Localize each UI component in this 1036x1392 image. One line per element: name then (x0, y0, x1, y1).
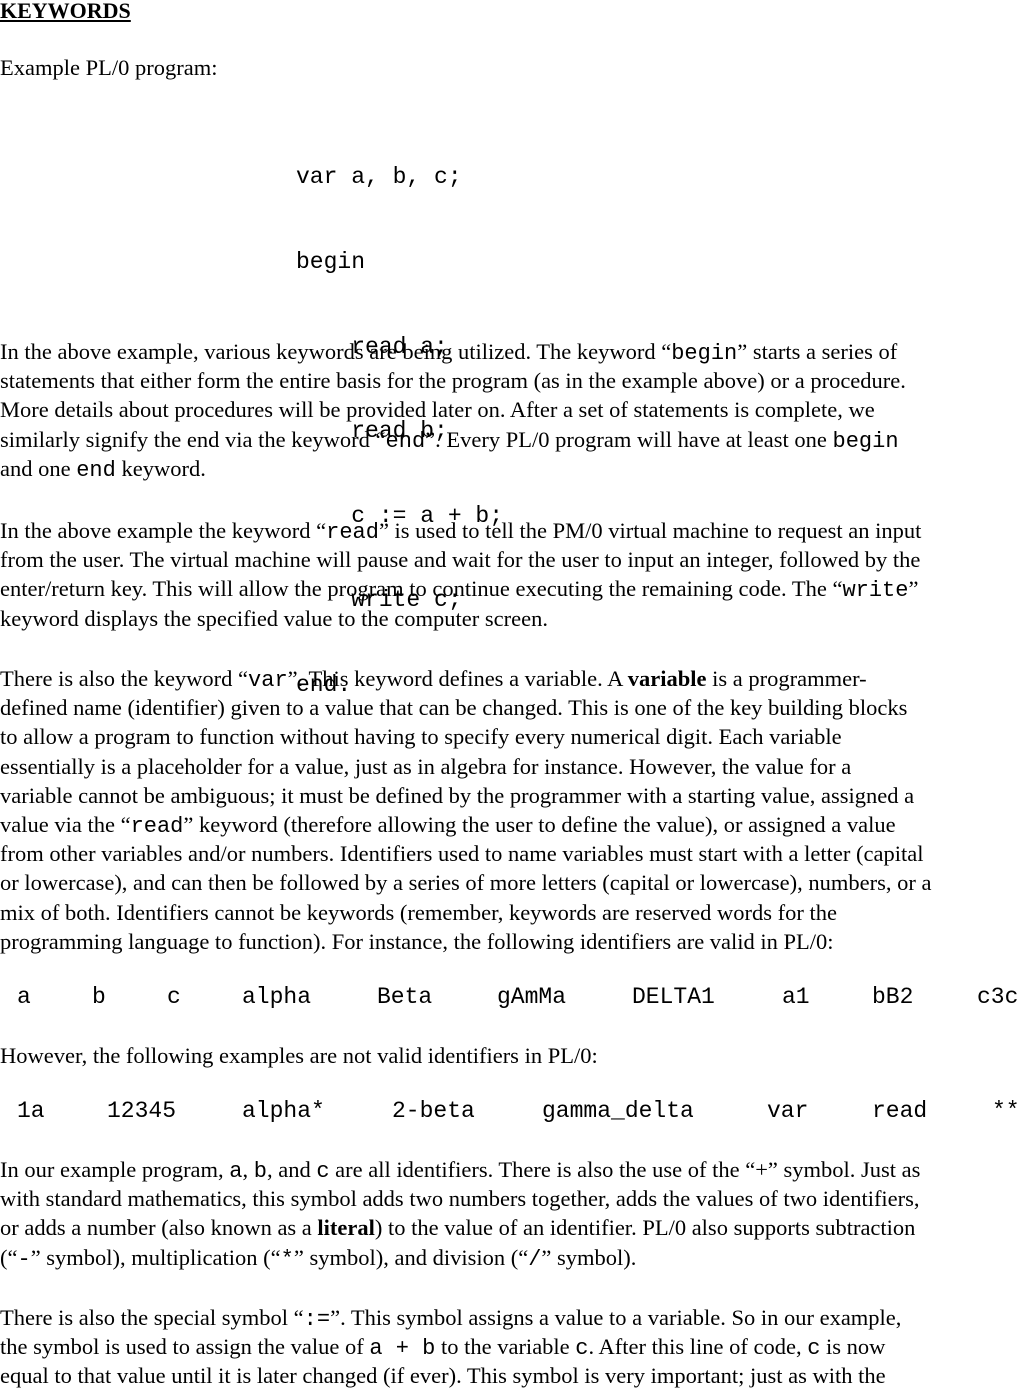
keyword-var: var (248, 668, 288, 693)
invalid-intro-text: However, the following examples are not … (0, 1043, 598, 1068)
valid-identifier: a (17, 984, 31, 1010)
valid-identifier: gAmMa (497, 984, 567, 1010)
valid-identifier: bB2 (872, 984, 914, 1010)
valid-identifier: Beta (377, 984, 433, 1010)
invalid-identifier: 12345 (107, 1098, 177, 1124)
symbol-assign: := (303, 1307, 331, 1332)
code-line: var a, b, c; (296, 164, 462, 191)
paragraph-assignment: There is also the special symbol “:=”. T… (0, 1305, 902, 1389)
keyword-end: end (385, 428, 426, 454)
invalid-identifier: 1a (17, 1098, 45, 1124)
invalid-identifier: gamma_delta (542, 1098, 694, 1124)
keyword-begin: begin (832, 428, 899, 454)
valid-identifier: c3c (977, 984, 1019, 1010)
valid-identifier: alpha (242, 984, 312, 1010)
invalid-identifier: var (767, 1098, 809, 1124)
invalid-identifier: alpha* (242, 1098, 325, 1124)
valid-identifier: DELTA1 (632, 984, 715, 1010)
invalid-identifier: read (872, 1098, 928, 1124)
keyword-end: end (76, 457, 116, 483)
code-line: begin (296, 249, 366, 275)
valid-identifier: b (92, 984, 106, 1010)
paragraph-var: There is also the keyword “var”. This ke… (0, 666, 932, 954)
valid-identifier: a1 (782, 984, 810, 1010)
paragraph-read-write: In the above example the keyword “read” … (0, 518, 922, 631)
keyword-begin: begin (671, 341, 738, 366)
paragraph-begin-end: In the above example, various keywords a… (0, 339, 906, 483)
keyword-write: write (842, 578, 909, 604)
valid-identifier: c (167, 984, 181, 1010)
term-variable: variable (627, 666, 707, 691)
keyword-read: read (130, 813, 184, 839)
paragraph-operators: In our example program, a, b, and c are … (0, 1157, 921, 1272)
keyword-read: read (326, 520, 379, 545)
intro-text: Example PL/0 program: (0, 55, 218, 80)
section-title: KEYWORDS (0, 0, 131, 23)
invalid-identifier: 2-beta (392, 1098, 475, 1124)
term-literal: literal (317, 1215, 375, 1241)
invalid-identifier: ** (992, 1098, 1020, 1124)
